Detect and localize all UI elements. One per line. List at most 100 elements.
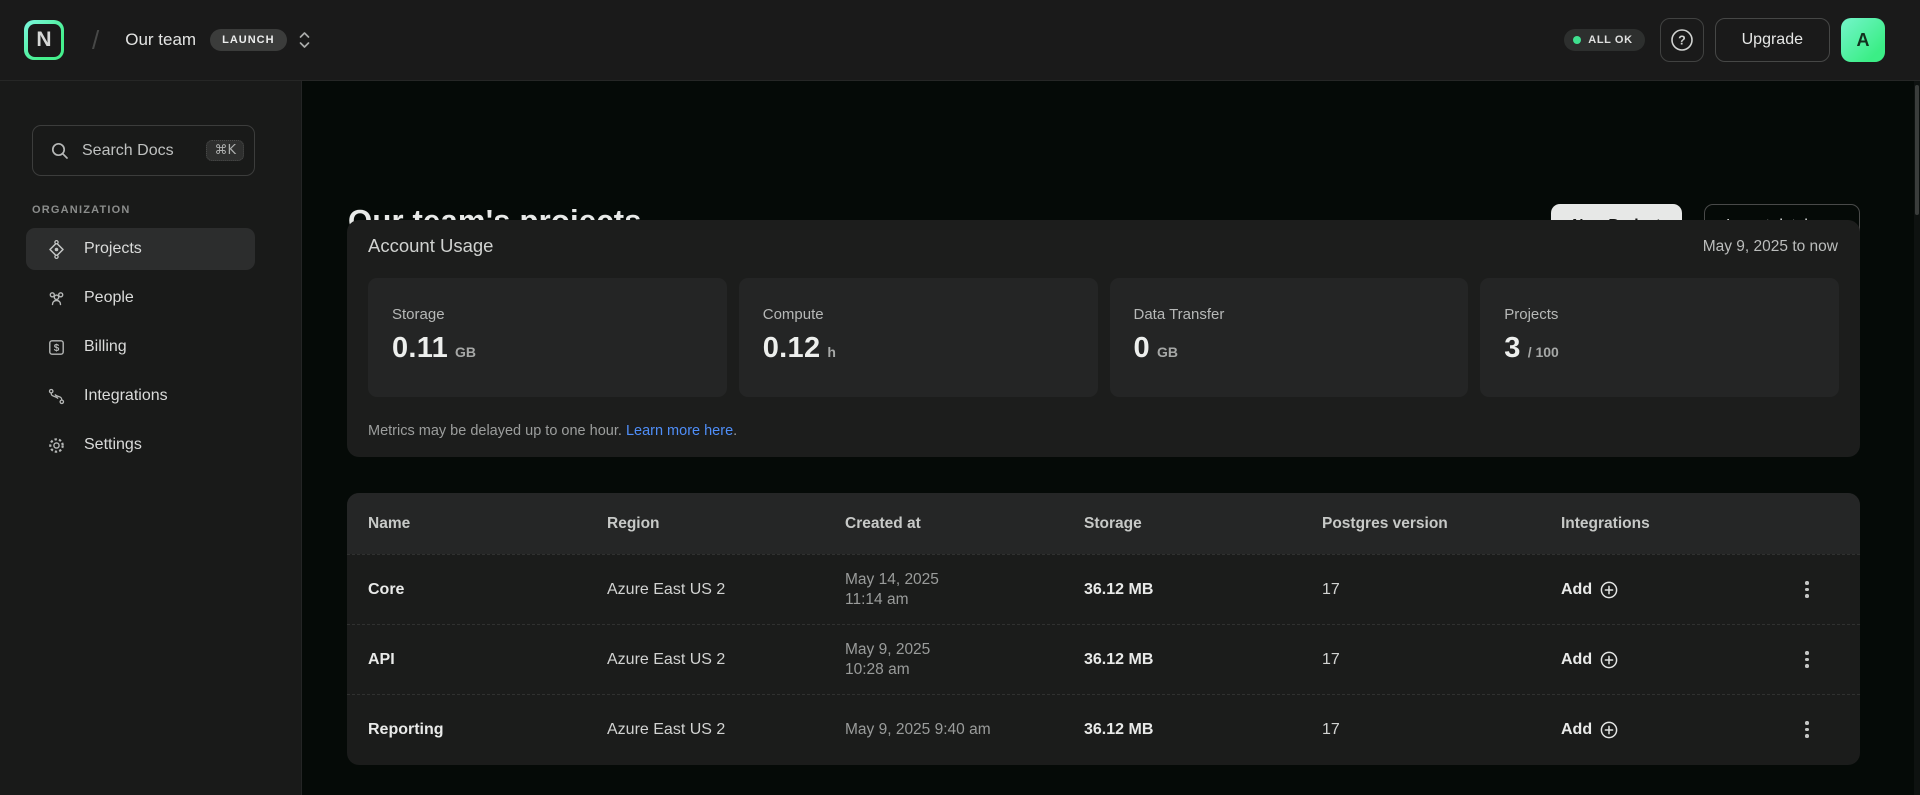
metric-value: 0.12 bbox=[763, 332, 821, 365]
project-created-at: May 9, 2025 10:28 am bbox=[845, 640, 1084, 680]
sidebar-nav: Projects People $ Billing bbox=[26, 228, 255, 473]
created-date: May 9, 2025 9:40 am bbox=[845, 720, 1084, 740]
table-row-api[interactable]: API Azure East US 2 May 9, 2025 10:28 am… bbox=[347, 624, 1860, 694]
sidebar-item-integrations[interactable]: Integrations bbox=[26, 375, 255, 417]
metric-card-projects: Projects 3 / 100 bbox=[1480, 278, 1839, 397]
help-button[interactable]: ? bbox=[1660, 18, 1704, 62]
project-region: Azure East US 2 bbox=[607, 581, 845, 599]
table-row-core[interactable]: Core Azure East US 2 May 14, 2025 11:14 … bbox=[347, 554, 1860, 624]
created-time: 10:28 am bbox=[845, 660, 1084, 680]
project-name[interactable]: API bbox=[368, 651, 607, 669]
usage-card-title: Account Usage bbox=[368, 235, 493, 257]
metric-card-storage: Storage 0.11 GB bbox=[368, 278, 727, 397]
people-icon bbox=[46, 288, 67, 309]
projects-table: Name Region Created at Storage Postgres … bbox=[347, 493, 1860, 765]
project-postgres-version: 17 bbox=[1322, 721, 1561, 739]
search-docs-input[interactable]: Search Docs ⌘K bbox=[32, 125, 255, 176]
question-circle-icon: ? bbox=[1669, 27, 1695, 53]
note-period: . bbox=[733, 423, 737, 439]
neon-logo-letter: N bbox=[28, 24, 61, 57]
avatar[interactable]: A bbox=[1841, 18, 1885, 62]
scrollbar-thumb[interactable] bbox=[1915, 85, 1919, 215]
project-region: Azure East US 2 bbox=[607, 651, 845, 669]
column-header-integrations: Integrations bbox=[1561, 515, 1795, 533]
project-created-at: May 9, 2025 9:40 am bbox=[845, 720, 1084, 740]
add-integration-button[interactable]: Add bbox=[1561, 720, 1795, 740]
add-integration-button[interactable]: Add bbox=[1561, 580, 1795, 600]
project-postgres-version: 17 bbox=[1322, 651, 1561, 669]
search-shortcut-kbd: ⌘K bbox=[206, 140, 244, 161]
projects-icon bbox=[46, 239, 67, 260]
status-label: ALL OK bbox=[1588, 34, 1632, 46]
upgrade-button[interactable]: Upgrade bbox=[1715, 18, 1830, 62]
project-storage: 36.12 MB bbox=[1084, 581, 1322, 599]
sidebar-item-billing[interactable]: $ Billing bbox=[26, 326, 255, 368]
metric-value: 0.11 bbox=[392, 332, 448, 365]
row-menu-button[interactable] bbox=[1795, 574, 1819, 606]
breadcrumb-org-name[interactable]: Our team bbox=[125, 30, 196, 50]
metric-label: Data Transfer bbox=[1134, 306, 1445, 323]
usage-period: May 9, 2025 to now bbox=[1703, 238, 1838, 256]
sidebar-section-label: ORGANIZATION bbox=[32, 204, 131, 216]
project-postgres-version: 17 bbox=[1322, 581, 1561, 599]
metric-unit: h bbox=[827, 344, 836, 360]
sidebar-item-label: Projects bbox=[84, 240, 142, 258]
sidebar-item-label: People bbox=[84, 289, 134, 307]
project-region: Azure East US 2 bbox=[607, 721, 845, 739]
metric-card-compute: Compute 0.12 h bbox=[739, 278, 1098, 397]
project-storage: 36.12 MB bbox=[1084, 721, 1322, 739]
topbar: N / Our team LAUNCH ALL OK ? Upgrade A bbox=[0, 0, 1920, 81]
neon-logo[interactable]: N bbox=[24, 20, 64, 60]
table-row-reporting[interactable]: Reporting Azure East US 2 May 9, 2025 9:… bbox=[347, 694, 1860, 764]
plus-circle-icon bbox=[1599, 650, 1619, 670]
add-label: Add bbox=[1561, 651, 1592, 669]
chevron-updown-icon bbox=[297, 29, 312, 51]
metric-label: Projects bbox=[1504, 306, 1815, 323]
add-label: Add bbox=[1561, 581, 1592, 599]
project-name[interactable]: Reporting bbox=[368, 721, 607, 739]
column-header-created-at: Created at bbox=[845, 515, 1084, 533]
learn-more-link[interactable]: Learn more here bbox=[626, 423, 733, 439]
created-date: May 14, 2025 bbox=[845, 570, 1084, 590]
sidebar-item-people[interactable]: People bbox=[26, 277, 255, 319]
metric-value: 0 bbox=[1134, 332, 1150, 365]
metric-unit: GB bbox=[455, 344, 476, 360]
metric-label: Compute bbox=[763, 306, 1074, 323]
metric-value: 3 bbox=[1504, 332, 1520, 365]
row-menu-button[interactable] bbox=[1795, 714, 1819, 746]
sidebar-item-projects[interactable]: Projects bbox=[26, 228, 255, 270]
svg-text:$: $ bbox=[54, 343, 60, 354]
scrollbar[interactable] bbox=[1914, 81, 1920, 795]
metric-card-data-transfer: Data Transfer 0 GB bbox=[1110, 278, 1469, 397]
add-label: Add bbox=[1561, 721, 1592, 739]
sidebar-item-label: Settings bbox=[84, 436, 142, 454]
project-name[interactable]: Core bbox=[368, 581, 607, 599]
table-header-row: Name Region Created at Storage Postgres … bbox=[347, 493, 1860, 554]
metric-unit: GB bbox=[1157, 344, 1178, 360]
plus-circle-icon bbox=[1599, 720, 1619, 740]
add-integration-button[interactable]: Add bbox=[1561, 650, 1795, 670]
usage-metrics-row: Storage 0.11 GB Compute 0.12 h Data Tran… bbox=[368, 278, 1839, 397]
search-docs-label: Search Docs bbox=[82, 142, 174, 160]
sidebar-item-settings[interactable]: Settings bbox=[26, 424, 255, 466]
metric-label: Storage bbox=[392, 306, 703, 323]
status-badge[interactable]: ALL OK bbox=[1564, 29, 1644, 51]
integrations-icon bbox=[46, 386, 67, 407]
row-menu-button[interactable] bbox=[1795, 644, 1819, 676]
project-storage: 36.12 MB bbox=[1084, 651, 1322, 669]
org-switcher-button[interactable] bbox=[297, 29, 312, 51]
plus-circle-icon bbox=[1599, 580, 1619, 600]
created-time: 11:14 am bbox=[845, 590, 1084, 610]
sidebar-item-label: Integrations bbox=[84, 387, 168, 405]
sidebar: Search Docs ⌘K ORGANIZATION Projects bbox=[0, 81, 302, 795]
app-window: N / Our team LAUNCH ALL OK ? Upgrade A bbox=[0, 0, 1920, 795]
settings-icon bbox=[46, 435, 67, 456]
column-header-region: Region bbox=[607, 515, 845, 533]
status-ok-dot-icon bbox=[1573, 36, 1581, 44]
sidebar-item-label: Billing bbox=[84, 338, 127, 356]
svg-text:?: ? bbox=[1678, 34, 1686, 48]
project-created-at: May 14, 2025 11:14 am bbox=[845, 570, 1084, 610]
breadcrumb-separator: / bbox=[92, 25, 99, 56]
metrics-delay-text: Metrics may be delayed up to one hour. bbox=[368, 423, 622, 439]
search-icon bbox=[50, 141, 70, 161]
